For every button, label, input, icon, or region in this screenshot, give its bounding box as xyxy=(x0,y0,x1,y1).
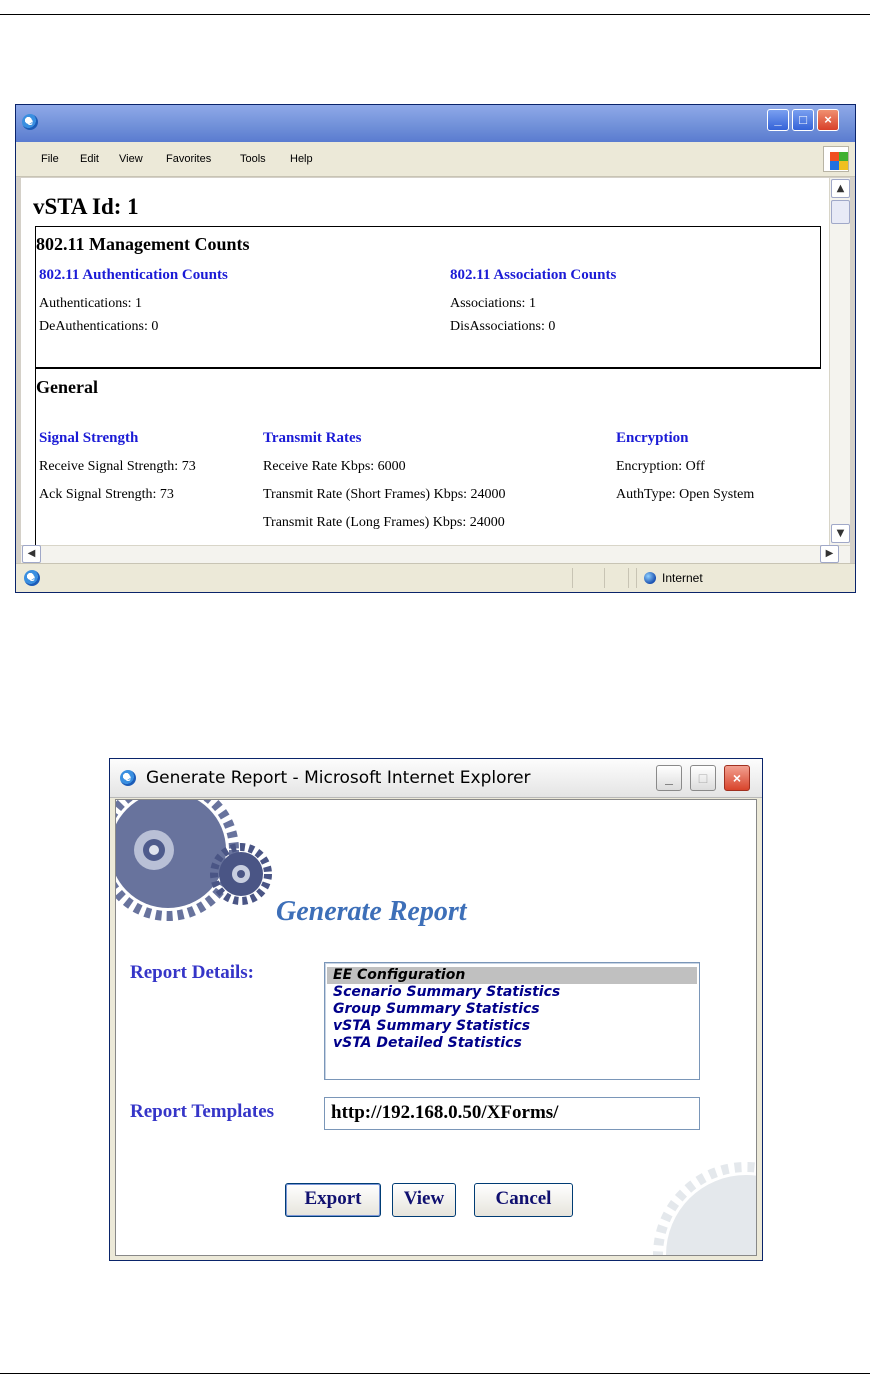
rate-line: Transmit Rate (Short Frames) Kbps: 24000 xyxy=(263,487,506,502)
rates-heading: Transmit Rates xyxy=(263,430,362,446)
ie-icon: e xyxy=(22,114,38,130)
report-details-label: Report Details: xyxy=(130,962,254,983)
globe-icon xyxy=(644,572,656,584)
scroll-up-icon[interactable]: ▲ xyxy=(831,179,850,198)
minimize-button[interactable]: _ xyxy=(656,765,682,791)
report-content: Generate Report Report Details: EE Confi… xyxy=(115,799,757,1256)
menu-tools[interactable]: Tools xyxy=(240,153,266,165)
list-item[interactable]: Scenario Summary Statistics xyxy=(327,984,697,1001)
status-divider xyxy=(628,568,629,588)
close-button[interactable]: × xyxy=(724,765,750,791)
auth-heading: 802.11 Authentication Counts xyxy=(39,267,228,283)
maximize-button[interactable]: □ xyxy=(690,765,716,791)
list-item[interactable]: vSTA Summary Statistics xyxy=(327,1018,697,1035)
encryption-line: Encryption: Off xyxy=(616,459,705,474)
signal-line: Receive Signal Strength: 73 xyxy=(39,459,196,474)
page-bottom-rule xyxy=(0,1373,870,1374)
scroll-left-icon[interactable]: ◀ xyxy=(22,545,41,563)
ie-icon: e xyxy=(24,570,40,586)
status-divider xyxy=(636,568,637,588)
report-details-list[interactable]: EE Configuration Scenario Summary Statis… xyxy=(324,962,700,1080)
close-button[interactable]: × xyxy=(817,109,839,131)
assoc-line: Associations: 1 xyxy=(450,296,536,311)
rate-line: Transmit Rate (Long Frames) Kbps: 24000 xyxy=(263,515,505,530)
gear-icon xyxy=(653,1162,756,1255)
menu-bar: File Edit View Favorites Tools Help xyxy=(16,142,855,177)
scroll-thumb[interactable] xyxy=(831,200,850,224)
vertical-scrollbar[interactable]: ▲ ▼ xyxy=(829,178,850,545)
general-heading: General xyxy=(36,377,98,397)
generate-report-window: e Generate Report - Microsoft Internet E… xyxy=(109,758,763,1261)
browser-title-bar[interactable]: e _ □ × xyxy=(16,105,855,142)
status-bar: e Internet xyxy=(16,563,855,592)
general-panel: General Signal Strength Receive Signal S… xyxy=(35,367,821,545)
cancel-button[interactable]: Cancel xyxy=(474,1183,573,1217)
list-item[interactable]: vSTA Detailed Statistics xyxy=(327,1035,697,1052)
maximize-button[interactable]: □ xyxy=(792,109,814,131)
management-counts-panel: 802.11 Management Counts 802.11 Authenti… xyxy=(35,226,821,368)
rate-line: Receive Rate Kbps: 6000 xyxy=(263,459,406,474)
list-item[interactable]: Group Summary Statistics xyxy=(327,1001,697,1018)
assoc-heading: 802.11 Association Counts xyxy=(450,267,617,283)
deauth-line: DeAuthentications: 0 xyxy=(39,319,159,334)
management-heading: 802.11 Management Counts xyxy=(36,234,250,254)
encryption-line: AuthType: Open System xyxy=(616,487,755,502)
horizontal-scrollbar[interactable]: ◀ ▶ xyxy=(21,545,850,563)
export-button[interactable]: Export xyxy=(285,1183,381,1217)
status-zone-text: Internet xyxy=(662,571,703,585)
ie-icon: e xyxy=(120,770,136,786)
report-templates-label: Report Templates xyxy=(130,1101,275,1122)
menu-file[interactable]: File xyxy=(41,153,59,165)
windows-flag-icon xyxy=(823,146,849,172)
minimize-button[interactable]: _ xyxy=(767,109,789,131)
status-divider xyxy=(572,568,573,588)
signal-line: Ack Signal Strength: 73 xyxy=(39,487,174,502)
scroll-down-icon[interactable]: ▼ xyxy=(831,524,850,543)
signal-heading: Signal Strength xyxy=(39,430,139,446)
encryption-heading: Encryption xyxy=(616,430,689,446)
scroll-right-icon[interactable]: ▶ xyxy=(820,545,839,563)
report-title-bar[interactable]: e Generate Report - Microsoft Internet E… xyxy=(110,759,762,798)
report-heading: Generate Report xyxy=(276,896,467,927)
menu-edit[interactable]: Edit xyxy=(80,153,99,165)
list-item[interactable]: EE Configuration xyxy=(327,967,697,984)
disassoc-line: DisAssociations: 0 xyxy=(450,319,556,334)
page-content: vSTA Id: 1 802.11 Management Counts 802.… xyxy=(21,178,829,545)
report-templates-input[interactable]: http://192.168.0.50/XForms/ xyxy=(324,1097,700,1130)
report-window-title: Generate Report - Microsoft Internet Exp… xyxy=(146,768,531,788)
status-divider xyxy=(604,568,605,588)
menu-help[interactable]: Help xyxy=(290,153,313,165)
vsta-title: vSTA Id: 1 xyxy=(33,194,139,219)
page-top-rule xyxy=(0,14,870,15)
browser-window: e _ □ × File Edit View Favorites Tools H… xyxy=(15,104,856,593)
auth-line: Authentications: 1 xyxy=(39,296,143,311)
view-button[interactable]: View xyxy=(392,1183,456,1217)
menu-view[interactable]: View xyxy=(119,153,143,165)
menu-favorites[interactable]: Favorites xyxy=(166,153,211,165)
